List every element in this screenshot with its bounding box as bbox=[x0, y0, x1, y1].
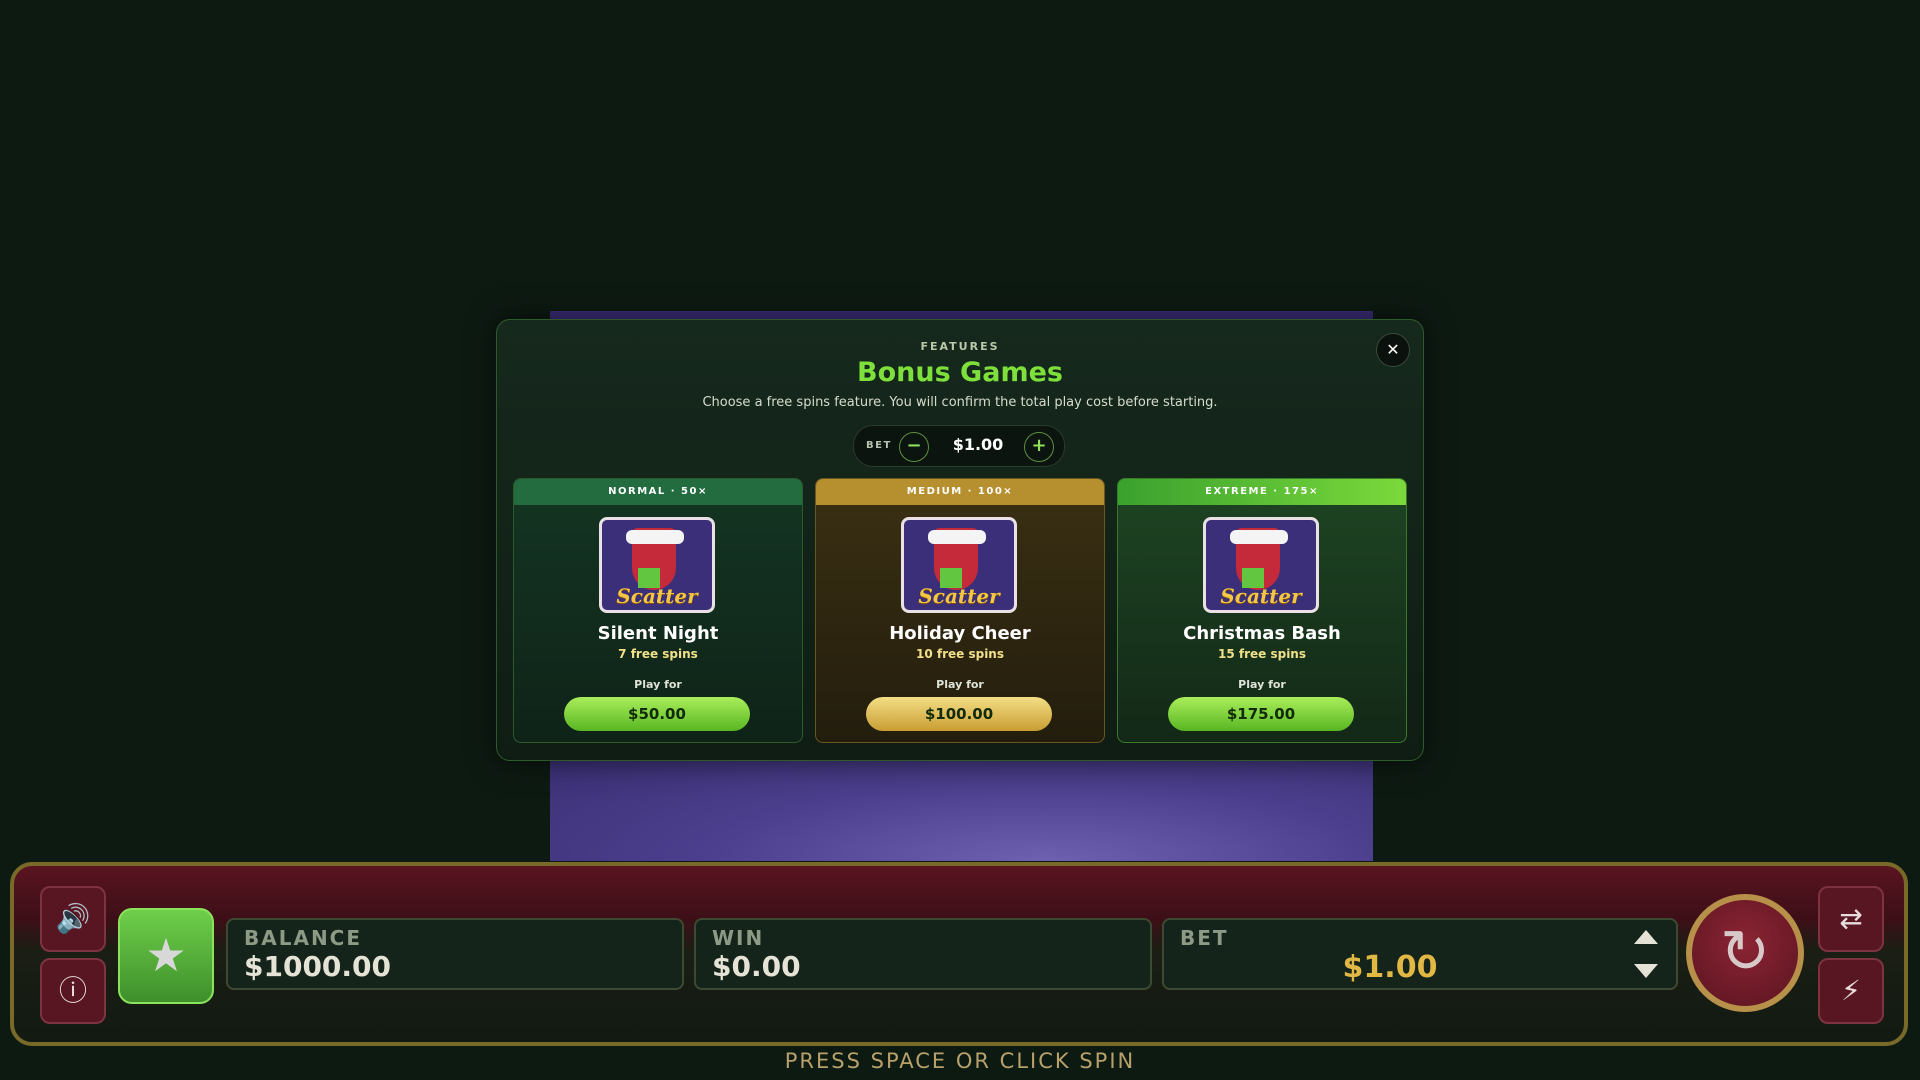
feature-card-silent-night[interactable]: NORMAL · 50× Scatter Silent Night 7 free… bbox=[513, 478, 803, 743]
bet-down-arrow-icon[interactable] bbox=[1634, 964, 1658, 978]
scatter-text: Scatter bbox=[918, 584, 1000, 608]
bet-display: BET $1.00 bbox=[1162, 918, 1678, 990]
card-title: Silent Night bbox=[597, 623, 719, 644]
card-tier-label: EXTREME · 175× bbox=[1118, 479, 1406, 505]
bet-value: $1.00 bbox=[952, 435, 1004, 454]
win-label: WIN bbox=[712, 926, 765, 950]
balance-label: BALANCE bbox=[244, 926, 363, 950]
star-icon[interactable]: ★ bbox=[118, 908, 214, 1004]
feature-card-holiday-cheer[interactable]: MEDIUM · 100× Scatter Holiday Cheer 10 f… bbox=[815, 478, 1105, 743]
bet-value: $1.00 bbox=[1342, 950, 1438, 985]
bet-decrease-button[interactable]: − bbox=[899, 432, 929, 462]
spins-count: 7 bbox=[618, 647, 627, 661]
balance-value: $1000.00 bbox=[244, 950, 392, 983]
play-for-label: Play for bbox=[634, 678, 682, 691]
modal-title: Bonus Games bbox=[857, 357, 1063, 388]
bet-up-arrow-icon[interactable] bbox=[1634, 930, 1658, 944]
buy-feature-button[interactable]: $100.00 bbox=[866, 697, 1052, 731]
card-spins: 7 free spins bbox=[514, 647, 802, 661]
card-title: Holiday Cheer bbox=[889, 623, 1031, 644]
close-icon[interactable]: ✕ bbox=[1376, 333, 1410, 367]
bonus-games-modal: FEATURES Bonus Games Choose a free spins… bbox=[496, 319, 1424, 761]
card-spins: 15 free spins bbox=[1118, 647, 1406, 661]
card-tier-label: MEDIUM · 100× bbox=[816, 479, 1104, 505]
bet-selector: BET − $1.00 + bbox=[853, 425, 1065, 467]
win-display: WIN $0.00 bbox=[694, 918, 1152, 990]
spin-icon[interactable]: ↻ bbox=[1686, 894, 1804, 1012]
win-value: $0.00 bbox=[712, 950, 801, 983]
bet-label: BET bbox=[1180, 926, 1229, 950]
scatter-stocking-icon: Scatter bbox=[1203, 517, 1319, 613]
play-for-label: Play for bbox=[936, 678, 984, 691]
spins-count: 15 bbox=[1217, 647, 1235, 661]
buy-feature-button[interactable]: $50.00 bbox=[564, 697, 750, 731]
bet-label: BET bbox=[866, 440, 892, 451]
bet-increase-button[interactable]: + bbox=[1024, 432, 1054, 462]
spins-label: free spins bbox=[626, 647, 698, 661]
lightning-icon[interactable]: ⚡ bbox=[1818, 958, 1884, 1024]
spins-label: free spins bbox=[1234, 647, 1306, 661]
spins-count: 10 bbox=[915, 647, 933, 661]
modal-eyebrow: FEATURES bbox=[920, 340, 1000, 353]
speaker-icon[interactable]: 🔊 bbox=[40, 886, 106, 952]
scatter-stocking-icon: Scatter bbox=[599, 517, 715, 613]
scatter-stocking-icon: Scatter bbox=[901, 517, 1017, 613]
card-title: Christmas Bash bbox=[1183, 623, 1341, 644]
background-snow bbox=[550, 751, 1373, 861]
spins-label: free spins bbox=[932, 647, 1004, 661]
autoplay-icon[interactable]: ⇄ bbox=[1818, 886, 1884, 952]
card-spins: 10 free spins bbox=[816, 647, 1104, 661]
scatter-text: Scatter bbox=[1220, 584, 1302, 608]
balance-display: BALANCE $1000.00 bbox=[226, 918, 684, 990]
card-tier-label: NORMAL · 50× bbox=[514, 479, 802, 505]
info-icon[interactable]: ⓘ bbox=[40, 958, 106, 1024]
buy-feature-button[interactable]: $175.00 bbox=[1168, 697, 1354, 731]
play-for-label: Play for bbox=[1238, 678, 1286, 691]
feature-card-christmas-bash[interactable]: EXTREME · 175× Scatter Christmas Bash 15… bbox=[1117, 478, 1407, 743]
spin-hint: PRESS SPACE OR CLICK SPIN bbox=[784, 1049, 1136, 1073]
scatter-text: Scatter bbox=[616, 584, 698, 608]
modal-subtitle: Choose a free spins feature. You will co… bbox=[702, 395, 1218, 410]
control-bar: 🔊 ⓘ ★ BALANCE $1000.00 WIN $0.00 BET $1.… bbox=[10, 862, 1908, 1046]
